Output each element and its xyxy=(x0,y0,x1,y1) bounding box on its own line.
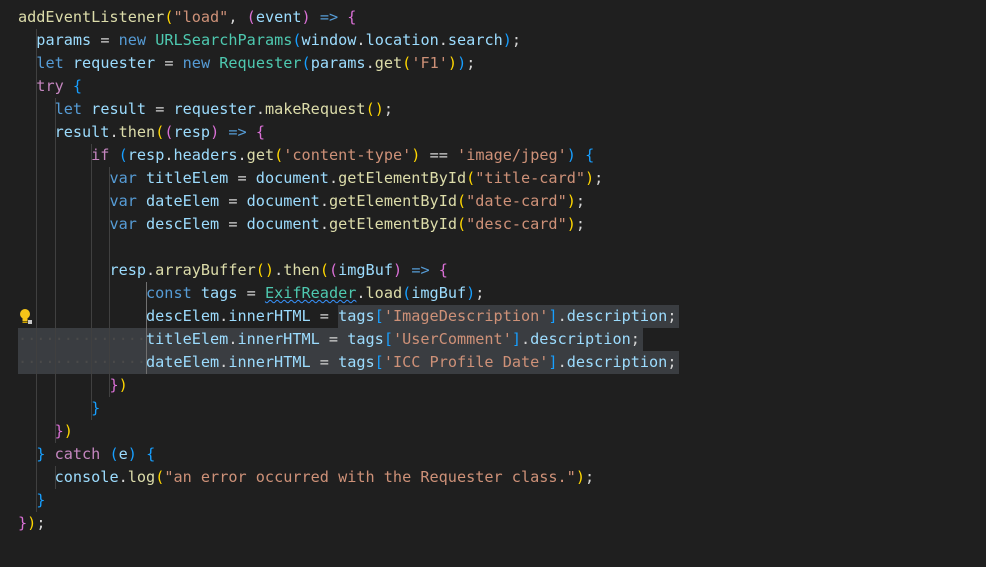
code-line[interactable]: } catch (e) { xyxy=(0,443,986,466)
code-text: var titleElem = document.getElementById(… xyxy=(109,169,604,187)
lightbulb-icon[interactable] xyxy=(18,308,32,325)
code-line[interactable]: var titleElem = document.getElementById(… xyxy=(0,167,986,190)
code-text: try { xyxy=(36,77,83,95)
code-line[interactable]: console.log("an error occurred with the … xyxy=(0,466,986,489)
code-text: }) xyxy=(54,422,73,440)
code-text: ··············titleElem.innerHTML = tags… xyxy=(18,330,640,348)
code-text: }); xyxy=(18,514,46,532)
code-line[interactable]: ··············titleElem.innerHTML = tags… xyxy=(0,328,986,351)
code-line[interactable]: }) xyxy=(0,420,986,443)
code-text: params = new URLSearchParams(window.loca… xyxy=(36,31,522,49)
code-line[interactable]: try { xyxy=(0,75,986,98)
code-line[interactable]: resp.arrayBuffer().then((imgBuf) => { xyxy=(0,259,986,282)
indent-guide xyxy=(109,236,111,259)
code-text: } catch (e) { xyxy=(36,445,156,463)
code-text: ··············dateElem.innerHTML = tags[… xyxy=(18,353,677,371)
code-text: resp.arrayBuffer().then((imgBuf) => { xyxy=(109,261,448,279)
code-text: var dateElem = document.getElementById("… xyxy=(109,192,586,210)
code-text: let requester = new Requester(params.get… xyxy=(36,54,476,72)
code-editor[interactable]: addEventListener("load", (event) => { pa… xyxy=(0,0,986,567)
code-line[interactable]: var dateElem = document.getElementById("… xyxy=(0,190,986,213)
code-line[interactable]: result.then((resp) => { xyxy=(0,121,986,144)
code-text: if (resp.headers.get('content-type') == … xyxy=(91,146,595,164)
code-text: console.log("an error occurred with the … xyxy=(54,468,595,486)
code-text: }) xyxy=(109,376,128,394)
code-line[interactable]: if (resp.headers.get('content-type') == … xyxy=(0,144,986,167)
code-text: descElem.innerHTML = tags['ImageDescript… xyxy=(146,307,677,325)
code-line[interactable]: let requester = new Requester(params.get… xyxy=(0,52,986,75)
code-line[interactable]: let result = requester.makeRequest(); xyxy=(0,98,986,121)
code-text: result.then((resp) => { xyxy=(54,123,265,141)
code-line[interactable]: } xyxy=(0,397,986,420)
code-line[interactable]: ··············dateElem.innerHTML = tags[… xyxy=(0,351,986,374)
indent-guide xyxy=(91,236,93,259)
code-line[interactable]: params = new URLSearchParams(window.loca… xyxy=(0,29,986,52)
code-line[interactable]: }); xyxy=(0,512,986,535)
code-text: const tags = ExifReader.load(imgBuf); xyxy=(146,284,485,302)
code-text: addEventListener("load", (event) => { xyxy=(18,8,357,26)
code-line[interactable]: addEventListener("load", (event) => { xyxy=(0,6,986,29)
code-text: var descElem = document.getElementById("… xyxy=(109,215,586,233)
code-text: let result = requester.makeRequest(); xyxy=(54,100,394,118)
indent-guide xyxy=(36,236,38,259)
code-text: } xyxy=(36,491,46,509)
code-line[interactable]: } xyxy=(0,489,986,512)
code-line[interactable]: descElem.innerHTML = tags['ImageDescript… xyxy=(0,305,986,328)
code-line[interactable] xyxy=(0,236,986,259)
indent-guide xyxy=(54,236,56,259)
code-line[interactable]: const tags = ExifReader.load(imgBuf); xyxy=(0,282,986,305)
code-line[interactable]: }) xyxy=(0,374,986,397)
code-text: } xyxy=(91,399,101,417)
code-line[interactable]: var descElem = document.getElementById("… xyxy=(0,213,986,236)
